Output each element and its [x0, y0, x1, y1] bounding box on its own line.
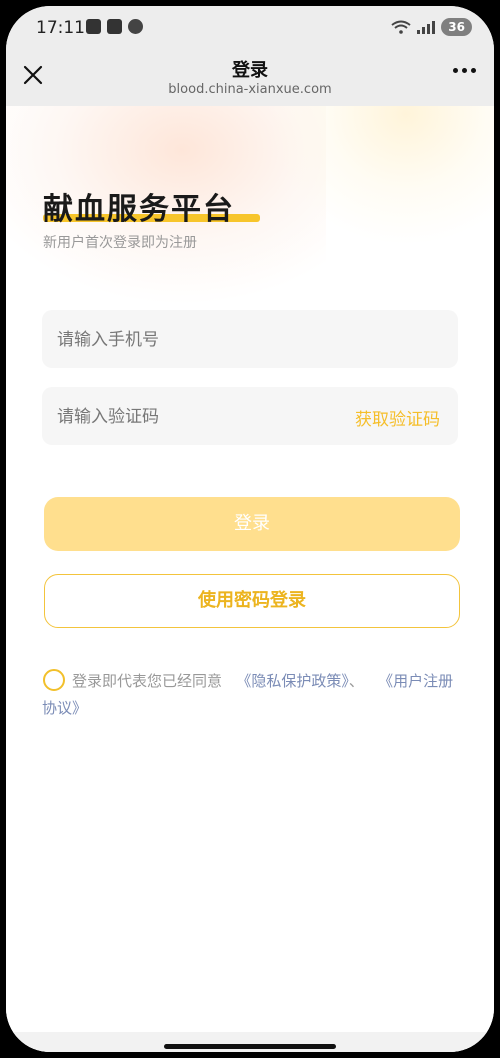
- privacy-policy-link[interactable]: 《隐私保护政策》: [236, 672, 349, 690]
- signal-icon: [417, 20, 436, 34]
- login-content: 献血服务平台 新用户首次登录即为注册 获取验证码 登录 使用密码登录 登录即代表…: [6, 106, 494, 1052]
- bottom-bar: [6, 1032, 494, 1052]
- phone-field: [42, 310, 458, 370]
- phone-screen: 17:11 36 登录 blood.china-xianxue.com 献血服务…: [6, 6, 494, 1052]
- nav-url: blood.china-xianxue.com: [168, 82, 332, 97]
- account-icon: [128, 19, 143, 34]
- status-notification-icons: [86, 19, 143, 34]
- code-field: 获取验证码: [42, 387, 458, 447]
- background-glow-2: [266, 106, 494, 246]
- status-system-icons: 36: [391, 18, 472, 36]
- check-box-icon: [107, 19, 122, 34]
- more-icon[interactable]: [453, 68, 476, 73]
- page-subtitle: 新用户首次登录即为注册: [43, 235, 197, 251]
- verification-code-input[interactable]: [55, 387, 329, 447]
- screenshot-icon: [86, 19, 101, 34]
- agreement-checkbox[interactable]: [43, 669, 65, 691]
- page-title: 献血服务平台: [43, 192, 235, 227]
- status-bar: 17:11 36: [6, 6, 494, 50]
- login-button[interactable]: 登录: [44, 497, 460, 551]
- agreement-prefix: 登录即代表您已经同意: [72, 672, 223, 690]
- password-login-button[interactable]: 使用密码登录: [44, 574, 460, 628]
- get-code-button[interactable]: 获取验证码: [355, 405, 440, 430]
- wifi-icon: [391, 20, 411, 34]
- battery-indicator: 36: [441, 18, 472, 36]
- home-indicator[interactable]: [164, 1044, 336, 1049]
- agreement-text: 登录即代表您已经同意 《隐私保护政策》、 《用户注册协议》: [42, 668, 454, 722]
- title-block: 献血服务平台: [43, 184, 260, 228]
- nav-title: 登录: [232, 60, 268, 81]
- status-time: 17:11: [36, 18, 85, 38]
- agreement-separator: 、: [348, 672, 364, 690]
- nav-bar: 登录 blood.china-xianxue.com: [6, 50, 494, 106]
- phone-input[interactable]: [55, 310, 329, 370]
